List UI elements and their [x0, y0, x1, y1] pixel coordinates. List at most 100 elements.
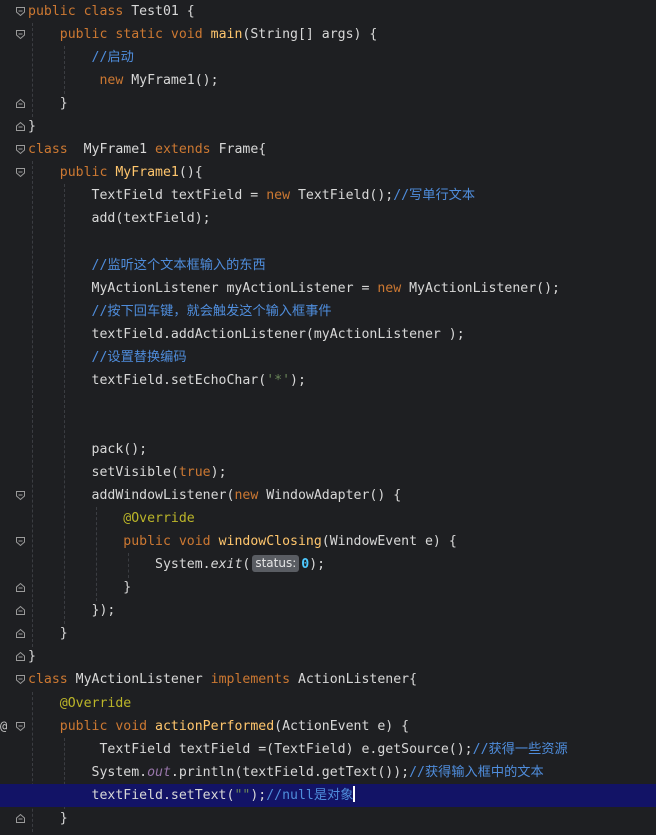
code-token: new [234, 488, 267, 504]
code-token: MyActionListener(); [409, 280, 560, 296]
code-line[interactable]: TextField textField = new TextField();//… [0, 184, 656, 207]
code-text: //按下回车键，就会触发这个输入框事件 [28, 300, 332, 323]
code-token: add(textField); [28, 211, 211, 227]
code-token: (String[] args) { [242, 27, 378, 43]
code-line[interactable]: System.out.println(textField.getText());… [0, 761, 656, 784]
code-comment: //设置替换编码 [28, 349, 187, 365]
code-token: @Override [28, 511, 195, 527]
code-text: System.out.println(textField.getText());… [28, 761, 544, 784]
code-line[interactable]: public void windowClosing(WindowEvent e)… [0, 530, 656, 553]
code-line[interactable]: } [0, 115, 656, 138]
code-text: add(textField); [28, 207, 211, 230]
code-token: MyFrame1 [83, 142, 156, 158]
code-line[interactable]: //监听这个文本框输入的东西 [0, 254, 656, 277]
code-text: } [28, 576, 131, 599]
code-text: System.exit(status: 0); [28, 553, 325, 576]
code-line[interactable]: System.exit(status: 0); [0, 553, 656, 576]
code-line[interactable]: public static void main(String[] args) { [0, 23, 656, 46]
code-line[interactable]: } [0, 92, 656, 115]
code-line[interactable]: textField.setEchoChar('*'); [0, 369, 656, 392]
code-token: public void [28, 718, 156, 734]
code-comment: //获得一些资源 [472, 741, 568, 757]
code-token: actionPerformed [155, 718, 275, 734]
code-token: } [28, 96, 68, 112]
code-line[interactable]: //按下回车键，就会触发这个输入框事件 [0, 300, 656, 323]
code-token: public class [28, 4, 132, 19]
code-token: Test01 { [131, 4, 195, 19]
code-line[interactable]: textField.addActionListener(myActionList… [0, 323, 656, 346]
code-text: //设置替换编码 [28, 346, 187, 369]
code-text: } [28, 622, 68, 645]
code-text: addWindowListener(new WindowAdapter() { [28, 484, 402, 507]
code-text: } [28, 92, 68, 115]
code-token: System. [28, 557, 211, 573]
code-text: }); [28, 599, 116, 622]
code-token: new [377, 280, 410, 296]
code-token: ( [242, 557, 251, 573]
code-line[interactable]: //设置替换编码 [0, 346, 656, 369]
code-token: (){ [178, 165, 203, 181]
code-line[interactable]: class MyActionListener implements Action… [0, 668, 656, 691]
code-token: new [28, 73, 132, 89]
code-token: (WindowEvent e) { [321, 534, 457, 550]
code-line[interactable]: } [0, 576, 656, 599]
code-line[interactable]: } [0, 622, 656, 645]
code-editor[interactable]: public class Test01 { public static void… [0, 0, 656, 835]
code-text: @Override [28, 507, 195, 530]
code-line[interactable]: public MyFrame1(){ [0, 161, 656, 184]
code-line[interactable]: add(textField); [0, 207, 656, 230]
code-line[interactable]: } [0, 807, 656, 830]
code-token: addWindowListener( [28, 488, 235, 504]
code-line[interactable]: @Override [0, 507, 656, 530]
code-token: @Override [28, 695, 132, 711]
current-code-line[interactable]: textField.setText("");//null是对象 [0, 783, 656, 807]
code-line[interactable]: TextField textField =(TextField) e.getSo… [0, 738, 656, 761]
code-comment: //按下回车键，就会触发这个输入框事件 [28, 303, 332, 319]
code-token: public static void [28, 27, 211, 43]
code-token: TextField textField =(TextField) e.getSo… [28, 741, 473, 757]
code-line[interactable]: public class Test01 { [0, 0, 656, 23]
code-comment: //启动 [28, 50, 134, 66]
override-gutter-icon[interactable]: @ [0, 715, 7, 738]
code-token: } [28, 119, 36, 135]
code-token: setVisible( [28, 465, 179, 480]
code-text: new MyFrame1(); [28, 69, 218, 92]
code-line[interactable]: @Override [0, 692, 656, 715]
code-line[interactable] [0, 415, 656, 438]
code-comment: //获得输入框中的文本 [409, 764, 544, 780]
code-line[interactable]: setVisible(true); [0, 461, 656, 484]
code-token: ); [250, 787, 267, 803]
code-line[interactable]: new MyFrame1(); [0, 69, 656, 92]
code-line[interactable]: }); [0, 599, 656, 622]
code-line[interactable] [0, 392, 656, 415]
code-line[interactable]: //启动 [0, 46, 656, 69]
code-line[interactable]: } [0, 645, 656, 668]
code-line[interactable]: class MyFrame1 extends Frame{ [0, 138, 656, 161]
code-text: public static void main(String[] args) { [28, 23, 378, 46]
code-token: } [28, 580, 132, 596]
code-token: .println(textField.getText()); [170, 764, 410, 780]
code-token: public [28, 165, 116, 181]
code-line[interactable] [0, 231, 656, 254]
code-text: class MyFrame1 extends Frame{ [28, 138, 266, 161]
code-line[interactable]: addWindowListener(new WindowAdapter() { [0, 484, 656, 507]
code-token: class [28, 142, 84, 158]
code-text: public class Test01 { [28, 0, 195, 23]
code-text: textField.setText("");//null是对象 [28, 784, 355, 807]
code-comment: //null是对象 [266, 787, 354, 803]
code-text: pack(); [28, 438, 148, 461]
code-line[interactable]: pack(); [0, 438, 656, 461]
code-token: MyActionListener myActionListener = [28, 280, 378, 296]
code-line[interactable]: @ public void actionPerformed(ActionEven… [0, 715, 656, 738]
code-text: public void actionPerformed(ActionEvent … [28, 715, 409, 738]
code-token: main [210, 27, 243, 43]
code-token: TextField textField = [28, 188, 267, 204]
code-token: } [28, 626, 68, 642]
code-token: MyActionListener [75, 672, 211, 688]
code-token: pack(); [28, 441, 148, 457]
code-token: windowClosing [218, 534, 322, 550]
code-token: ); [290, 372, 306, 388]
code-token: class [28, 672, 76, 688]
code-text: public MyFrame1(){ [28, 161, 203, 184]
code-line[interactable]: MyActionListener myActionListener = new … [0, 277, 656, 300]
